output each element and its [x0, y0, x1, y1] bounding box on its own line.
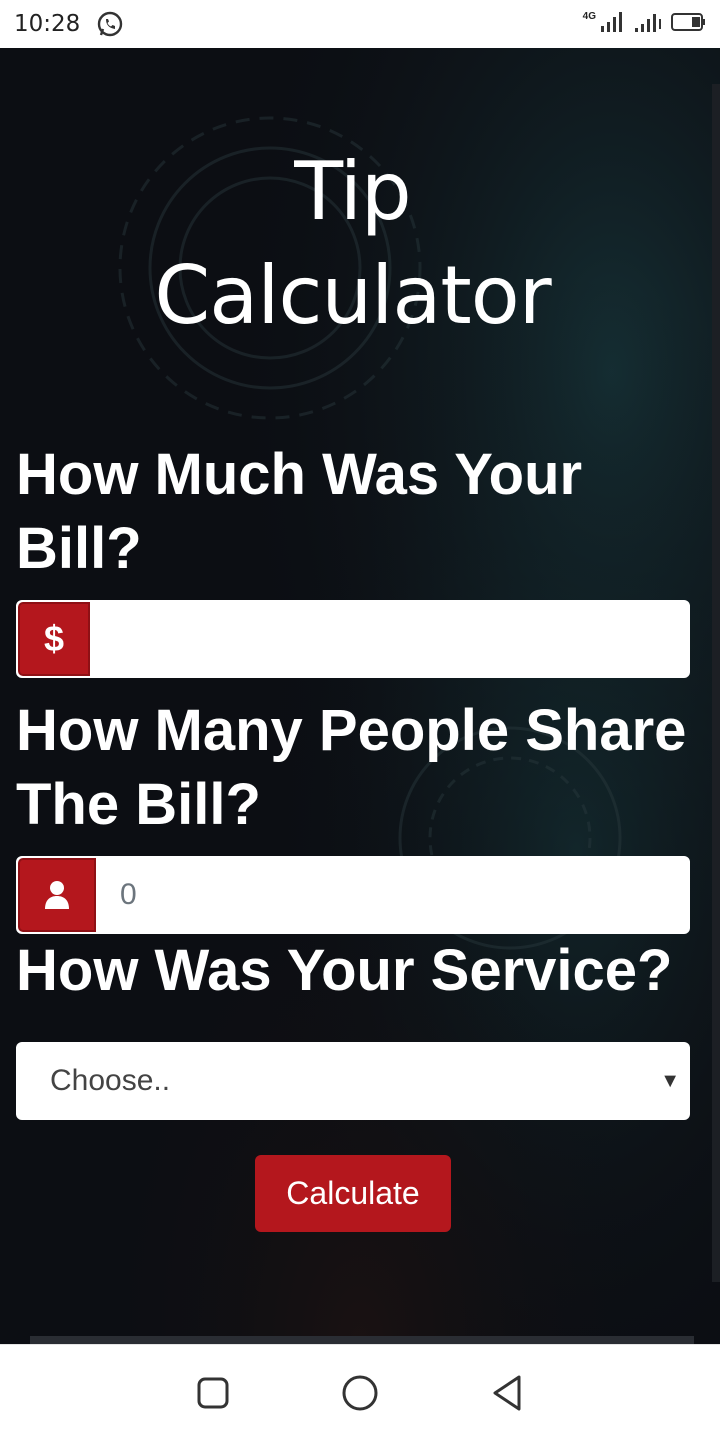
- whatsapp-icon: [96, 10, 124, 38]
- home-icon[interactable]: [330, 1363, 390, 1423]
- service-select[interactable]: Choose.. ▼: [16, 1042, 690, 1120]
- bill-amount-input[interactable]: [90, 602, 688, 676]
- scrollbar-track[interactable]: [712, 84, 720, 1282]
- service-select-value: Choose..: [50, 1064, 171, 1097]
- back-icon[interactable]: [477, 1363, 537, 1423]
- page-title: Tip Calculator: [0, 140, 705, 348]
- signal-icon: [600, 11, 626, 38]
- status-left: 10:28: [14, 10, 124, 38]
- people-input-group: [16, 856, 690, 934]
- page-bottom-edge: [30, 1336, 694, 1344]
- navigation-bar: [0, 1344, 720, 1440]
- bill-input-group: $: [16, 600, 690, 678]
- chevron-down-icon: ▼: [660, 1069, 680, 1092]
- signal-icon: [634, 11, 662, 38]
- network-type-label: 4G: [582, 10, 596, 22]
- status-bar: 10:28 4G: [0, 0, 720, 48]
- dollar-icon: $: [18, 602, 90, 676]
- battery-icon: [670, 12, 706, 37]
- title-line-1: Tip: [294, 145, 411, 238]
- recent-apps-icon[interactable]: [183, 1363, 243, 1423]
- user-icon: [18, 858, 96, 932]
- people-count-input[interactable]: [96, 858, 688, 932]
- people-question-label: How Many People Share The Bill?: [16, 698, 687, 837]
- status-time: 10:28: [14, 11, 81, 37]
- calculate-button[interactable]: Calculate: [255, 1155, 451, 1232]
- title-line-2: Calculator: [154, 249, 551, 342]
- app-screen: Tip Calculator How Much Was Your Bill? $…: [0, 48, 720, 1344]
- status-right: 4G: [583, 11, 706, 38]
- service-question-label: How Was Your Service?: [16, 938, 673, 1003]
- bill-question-label: How Much Was Your Bill?: [16, 442, 583, 581]
- tip-calculator-form: Tip Calculator How Much Was Your Bill? $…: [0, 48, 712, 1344]
